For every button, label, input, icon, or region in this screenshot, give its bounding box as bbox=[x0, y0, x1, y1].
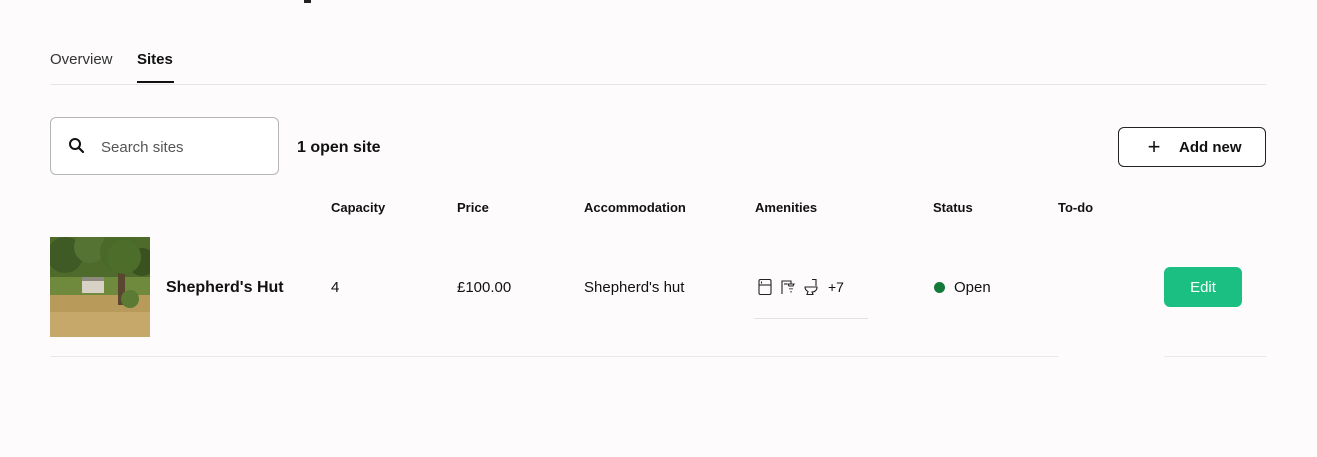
shower-icon bbox=[781, 280, 795, 294]
column-header-accommodation: Accommodation bbox=[584, 200, 686, 215]
active-tab-indicator bbox=[137, 81, 174, 83]
tab-sites[interactable]: Sites bbox=[137, 50, 173, 70]
status-cell: Open bbox=[934, 279, 991, 296]
site-name[interactable]: Shepherd's Hut bbox=[166, 278, 284, 298]
row-divider bbox=[50, 356, 1058, 357]
search-box[interactable] bbox=[50, 117, 279, 175]
site-photo-image bbox=[50, 237, 150, 337]
amenities-list: +7 bbox=[757, 278, 844, 296]
column-header-capacity: Capacity bbox=[331, 200, 386, 215]
plus-icon: + bbox=[1147, 134, 1161, 159]
cell-price: £100.00 bbox=[457, 279, 512, 296]
add-new-label: Add new bbox=[1179, 138, 1242, 156]
tabs-divider bbox=[50, 84, 1266, 85]
column-header-amenities: Amenities bbox=[755, 200, 818, 215]
row-divider-actions bbox=[1164, 356, 1266, 357]
column-header-status: Status bbox=[933, 200, 973, 215]
cell-capacity: 4 bbox=[331, 279, 340, 296]
column-header-todo: To-do bbox=[1058, 200, 1094, 215]
tab-overview[interactable]: Overview bbox=[50, 50, 113, 70]
status-dot-icon bbox=[934, 282, 945, 293]
toilet-icon bbox=[804, 278, 818, 296]
search-icon bbox=[69, 138, 85, 154]
header-text-fragment bbox=[304, 0, 311, 3]
open-sites-count: 1 open site bbox=[297, 139, 381, 156]
fridge-icon bbox=[758, 278, 772, 296]
site-thumbnail[interactable] bbox=[50, 237, 150, 337]
add-new-button[interactable]: + Add new bbox=[1118, 127, 1266, 167]
amenities-more-count[interactable]: +7 bbox=[828, 279, 844, 295]
amenities-underline bbox=[754, 318, 868, 319]
status-label: Open bbox=[954, 279, 991, 296]
column-header-price: Price bbox=[457, 200, 489, 215]
cell-accommodation: Shepherd's hut bbox=[584, 279, 685, 296]
edit-button[interactable]: Edit bbox=[1164, 267, 1242, 307]
search-input[interactable] bbox=[101, 136, 271, 158]
